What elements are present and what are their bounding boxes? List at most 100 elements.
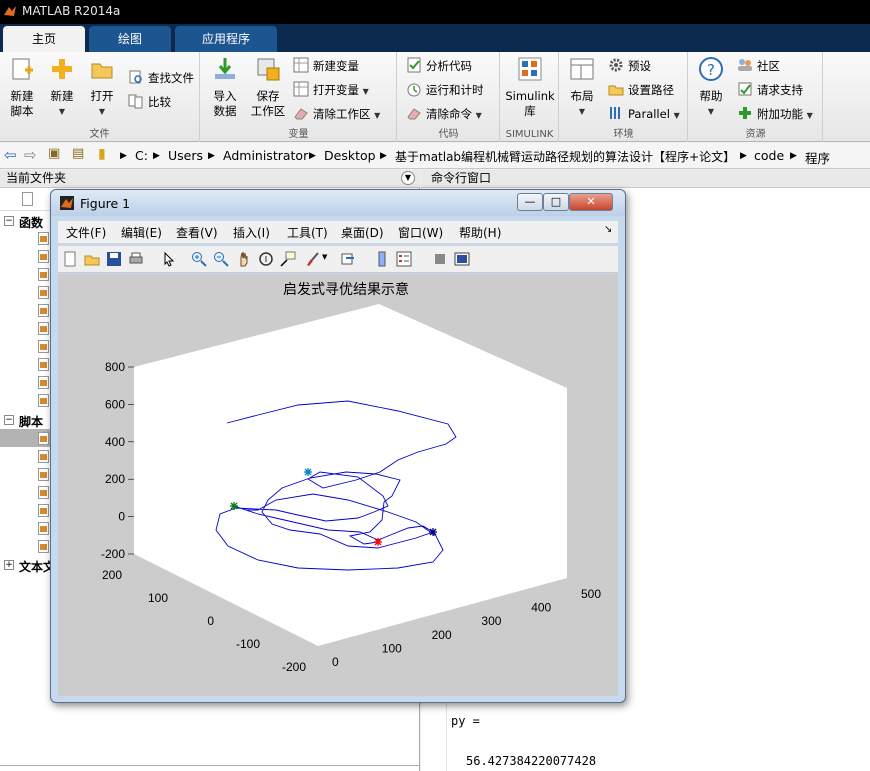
breadcrumb-users[interactable]: Users bbox=[168, 148, 203, 163]
function-file-icon[interactable] bbox=[38, 304, 49, 317]
new-variable-button[interactable]: 新建变量 bbox=[293, 56, 359, 76]
request-support-button[interactable]: 请求支持 bbox=[737, 80, 803, 100]
group-environment: 布局 ▼ 预设 设置路径 Parallel ▼ 环境 bbox=[560, 52, 688, 142]
x-tick-label: 200 bbox=[432, 628, 452, 642]
clear-workspace-button[interactable]: 清除工作区 ▼ bbox=[293, 104, 380, 124]
menu-tools[interactable]: 工具(T) bbox=[287, 224, 328, 241]
tab-home[interactable]: 主页 bbox=[3, 26, 85, 52]
brush-icon[interactable] bbox=[304, 251, 320, 267]
collapse-icon[interactable]: − bbox=[4, 415, 14, 425]
collapse-icon[interactable]: − bbox=[4, 216, 14, 226]
import-data-button[interactable]: 导入 数据 bbox=[205, 56, 245, 119]
layout-button[interactable]: 布局 ▼ bbox=[564, 56, 600, 119]
brush-dropdown-icon[interactable]: ▼ bbox=[322, 253, 327, 261]
tab-plots[interactable]: 绘图 bbox=[89, 26, 171, 52]
breadcrumb-project[interactable]: 基于matlab编程机械臂运动路径规划的算法设计【程序+论文】 bbox=[395, 148, 735, 165]
section-scripts[interactable]: 脚本 bbox=[19, 413, 43, 430]
group-variable-label: 变量 bbox=[288, 129, 309, 140]
function-file-icon[interactable] bbox=[38, 286, 49, 299]
community-button[interactable]: 社区 bbox=[737, 56, 780, 76]
breadcrumb-desktop[interactable]: Desktop bbox=[324, 148, 376, 163]
zoom-out-icon[interactable] bbox=[213, 251, 229, 267]
breadcrumb-code[interactable]: code bbox=[754, 148, 784, 163]
script-file-icon[interactable] bbox=[38, 522, 49, 535]
function-file-icon[interactable] bbox=[38, 376, 49, 389]
clear-commands-button[interactable]: 清除命令 ▼ bbox=[406, 104, 482, 124]
menu-file[interactable]: 文件(F) bbox=[66, 224, 106, 241]
section-functions[interactable]: 函数 bbox=[19, 214, 43, 231]
function-file-icon[interactable] bbox=[38, 358, 49, 371]
breadcrumb-administrator[interactable]: Administrator bbox=[223, 148, 308, 163]
plot-svg[interactable]: 启发式寻优结果示意 800 600 400 200 0 -200 200 100 0 -100 -2… bbox=[58, 274, 618, 696]
open-file-icon[interactable] bbox=[84, 251, 100, 267]
forward-arrow-icon[interactable]: ⇨ bbox=[24, 146, 37, 164]
find-files-button[interactable]: 查找文件 bbox=[128, 68, 194, 88]
breadcrumb-program[interactable]: 程序 bbox=[805, 148, 830, 167]
link-plot-icon[interactable] bbox=[340, 251, 356, 267]
show-tools-icon[interactable] bbox=[454, 251, 470, 267]
print-icon[interactable] bbox=[128, 251, 144, 267]
new-button[interactable]: 新建 ▼ bbox=[44, 56, 80, 119]
open-variable-button[interactable]: 打开变量 ▼ bbox=[293, 80, 369, 100]
function-file-icon[interactable] bbox=[38, 322, 49, 335]
menu-view[interactable]: 查看(V) bbox=[176, 224, 218, 241]
breadcrumb-c[interactable]: C: bbox=[135, 148, 148, 163]
set-path-button[interactable]: 设置路径 bbox=[608, 80, 674, 100]
menu-edit[interactable]: 编辑(E) bbox=[121, 224, 162, 241]
script-file-icon[interactable] bbox=[38, 504, 49, 517]
tab-apps[interactable]: 应用程序 bbox=[175, 26, 277, 52]
figure-menu-bar: 文件(F) 编辑(E) 查看(V) 插入(I) 工具(T) 桌面(D) 窗口(W… bbox=[58, 221, 618, 243]
figure-canvas[interactable]: 启发式寻优结果示意 800 600 400 200 0 -200 200 100 0 -100 -2… bbox=[58, 274, 618, 696]
expand-icon[interactable]: + bbox=[4, 560, 14, 570]
compare-button[interactable]: 比较 bbox=[128, 92, 171, 112]
open-button[interactable]: 打开 ▼ bbox=[84, 56, 120, 119]
function-file-icon[interactable] bbox=[38, 268, 49, 281]
menu-desktop[interactable]: 桌面(D) bbox=[341, 224, 384, 241]
figure-title-bar[interactable]: Figure 1 — □ ✕ bbox=[51, 190, 625, 216]
analyze-code-button[interactable]: 分析代码 bbox=[406, 56, 472, 76]
function-file-icon[interactable] bbox=[38, 232, 49, 245]
menu-help[interactable]: 帮助(H) bbox=[459, 224, 501, 241]
legend-icon[interactable] bbox=[396, 251, 412, 267]
maximize-button[interactable]: □ bbox=[543, 193, 569, 211]
save-icon[interactable] bbox=[106, 251, 122, 267]
minimize-button[interactable]: — bbox=[517, 193, 543, 211]
pointer-icon[interactable] bbox=[161, 251, 177, 267]
matlab-logo-icon bbox=[4, 6, 16, 16]
ribbon-tab-bar: 主页 绘图 应用程序 bbox=[0, 24, 870, 52]
add-ons-button[interactable]: 附加功能 ▼ bbox=[737, 104, 813, 124]
dock-arrow-icon[interactable]: ↘ bbox=[604, 224, 612, 235]
parallel-button[interactable]: Parallel ▼ bbox=[608, 104, 680, 124]
script-file-icon[interactable] bbox=[38, 432, 49, 445]
function-file-icon[interactable] bbox=[38, 250, 49, 263]
up-folder-icon[interactable]: ▣ bbox=[48, 146, 60, 161]
preferences-button[interactable]: 预设 bbox=[608, 56, 651, 76]
close-button[interactable]: ✕ bbox=[569, 193, 613, 211]
help-button[interactable]: ? 帮助 ▼ bbox=[693, 56, 729, 119]
script-file-icon[interactable] bbox=[38, 450, 49, 463]
run-and-time-button[interactable]: 运行和计时 bbox=[406, 80, 484, 100]
script-file-icon[interactable] bbox=[38, 540, 49, 553]
menu-insert[interactable]: 插入(I) bbox=[233, 224, 270, 241]
panel-menu-chevron-icon[interactable]: ▼ bbox=[401, 171, 415, 185]
back-arrow-icon[interactable]: ⇦ bbox=[4, 146, 17, 164]
hide-tools-icon[interactable] bbox=[432, 251, 448, 267]
simulink-library-button[interactable]: Simulink 库 bbox=[504, 56, 556, 119]
pan-hand-icon[interactable] bbox=[236, 251, 252, 267]
function-file-icon[interactable] bbox=[38, 394, 49, 407]
script-file-icon[interactable] bbox=[38, 468, 49, 481]
script-file-icon[interactable] bbox=[38, 486, 49, 499]
menu-window[interactable]: 窗口(W) bbox=[398, 224, 443, 241]
clear-commands-icon bbox=[407, 108, 421, 120]
point-marker bbox=[230, 502, 238, 510]
rotate-3d-icon[interactable] bbox=[258, 251, 274, 267]
save-workspace-button[interactable]: 保存 工作区 bbox=[245, 56, 291, 119]
colorbar-icon[interactable] bbox=[374, 251, 390, 267]
function-file-icon[interactable] bbox=[38, 340, 49, 353]
chevron-right-icon: ▶ bbox=[120, 151, 127, 161]
browse-folder-icon[interactable]: ▤ bbox=[72, 146, 84, 161]
data-cursor-icon[interactable] bbox=[280, 251, 296, 267]
zoom-in-icon[interactable] bbox=[191, 251, 207, 267]
new-script-button[interactable]: 新建 脚本 bbox=[4, 56, 40, 119]
new-figure-icon[interactable] bbox=[62, 251, 78, 267]
